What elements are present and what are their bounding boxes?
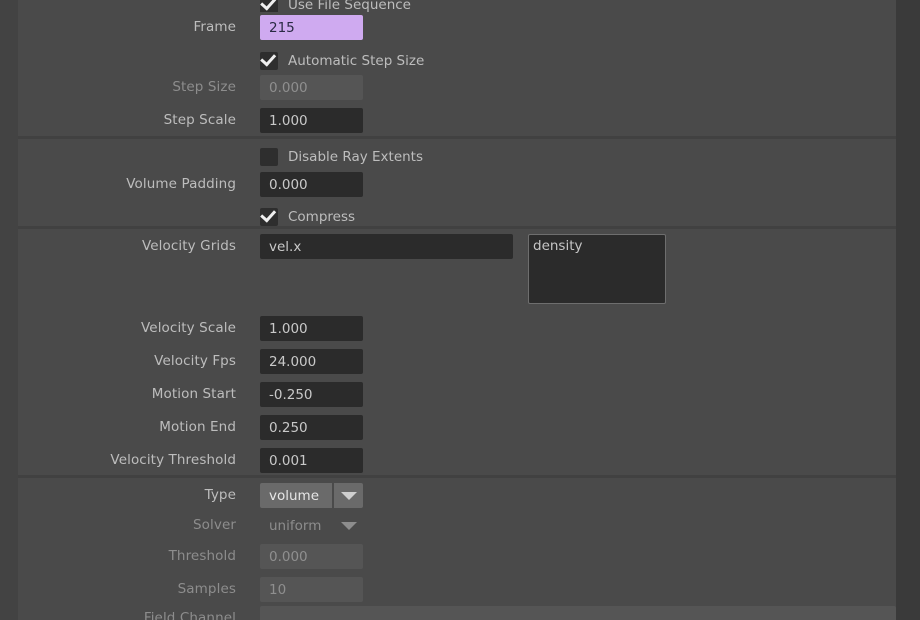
section-separator-1 [18,136,896,139]
step-size-label: Step Size [172,78,236,95]
velocity-fps-input[interactable]: 24.000 [260,349,363,374]
velocity-scale-input[interactable]: 1.000 [260,316,363,341]
compress-checkbox[interactable] [260,206,278,226]
row-samples: Samples 10 [18,572,896,605]
solver-label: Solver [192,516,236,533]
field-channel-input[interactable] [260,606,896,620]
grid-list[interactable]: density [528,234,666,304]
volume-padding-input[interactable]: 0.000 [260,172,363,197]
disable-ray-extents-checkbox[interactable] [260,147,278,166]
panel-content: Use File Sequence Frame 215 Automatic St… [18,0,896,620]
motion-start-label: Motion Start [151,385,236,402]
row-velocity-grids: Velocity Grids vel.x [18,229,896,262]
velocity-threshold-input[interactable]: 0.001 [260,448,363,473]
velocity-threshold-label: Velocity Threshold [110,451,236,468]
frame-input[interactable]: 215 [260,15,363,40]
row-step-size: Step Size 0.000 [18,70,896,103]
row-motion-end: Motion End 0.250 [18,410,896,443]
solver-dropdown[interactable]: uniform [260,513,363,538]
volume-padding-label: Volume Padding [126,175,236,192]
type-dropdown[interactable]: volume [260,483,363,508]
motion-end-label: Motion End [159,418,236,435]
samples-input[interactable]: 10 [260,577,363,602]
row-type: Type volume [18,478,896,511]
frame-label: Frame [193,18,236,35]
type-label: Type [204,486,236,503]
motion-end-input[interactable]: 0.250 [260,415,363,440]
row-step-scale: Step Scale 1.000 [18,103,896,136]
solver-dropdown-value: uniform [269,517,322,534]
row-volume-padding: Volume Padding 0.000 [18,167,896,200]
type-dropdown-value: volume [260,483,332,508]
step-scale-label: Step Scale [163,111,236,128]
samples-label: Samples [177,580,236,597]
row-solver: Solver uniform [18,508,896,541]
step-size-input[interactable]: 0.000 [260,75,363,100]
row-velocity-fps: Velocity Fps 24.000 [18,344,896,377]
row-velocity-threshold: Velocity Threshold 0.001 [18,443,896,476]
motion-start-input[interactable]: -0.250 [260,382,363,407]
row-velocity-scale: Velocity Scale 1.000 [18,311,896,344]
velocity-scale-label: Velocity Scale [141,319,236,336]
automatic-step-size-label: Automatic Step Size [288,52,425,69]
field-channel-label: Field Channel [143,609,236,620]
threshold-label: Threshold [168,547,236,564]
grid-list-item-density[interactable]: density [529,235,665,255]
properties-panel: Use File Sequence Frame 215 Automatic St… [0,0,920,620]
step-scale-input[interactable]: 1.000 [260,108,363,133]
row-frame: Frame 215 [18,10,896,43]
row-field-channel: Field Channel [18,604,896,620]
row-motion-start: Motion Start -0.250 [18,377,896,410]
panel-right-gutter [896,0,920,620]
chevron-down-icon [334,513,363,538]
row-threshold: Threshold 0.000 [18,539,896,572]
panel-left-gutter [0,0,18,620]
velocity-fps-label: Velocity Fps [154,352,236,369]
chevron-down-icon [334,483,363,508]
velocity-grids-input[interactable]: vel.x [260,234,513,259]
compress-label: Compress [288,208,356,225]
threshold-input[interactable]: 0.000 [260,544,363,569]
disable-ray-extents-label: Disable Ray Extents [288,148,424,165]
velocity-grids-label: Velocity Grids [141,237,236,254]
automatic-step-size-checkbox[interactable] [260,50,278,70]
